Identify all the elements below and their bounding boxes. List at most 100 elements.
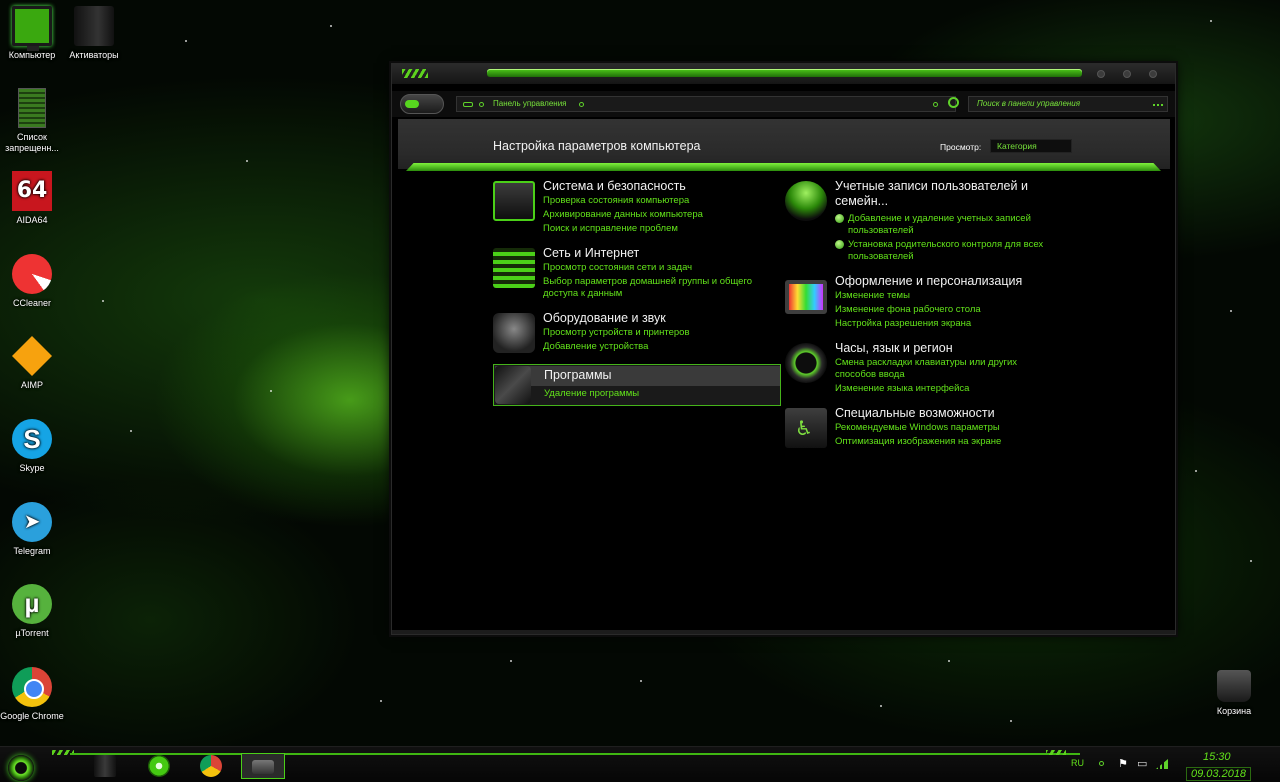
appearance-icon[interactable] [785, 280, 827, 314]
utorrent-icon: µ [12, 584, 52, 624]
shield-monitor-icon[interactable] [493, 181, 535, 221]
chrome-icon [12, 667, 52, 707]
start-button[interactable] [8, 755, 34, 781]
link-parental-controls[interactable]: Установка родительского контроля для все… [835, 239, 1065, 263]
page-title: Настройка параметров компьютера [493, 139, 701, 153]
minimize-button[interactable] [1097, 70, 1105, 78]
taskbar-app-media-player[interactable] [138, 753, 182, 779]
network-icon[interactable] [493, 248, 535, 288]
desktop-icon-blocked-list[interactable]: Список запрещенн... [0, 88, 64, 154]
view-label: Просмотр: [940, 142, 982, 152]
media-player-icon [148, 755, 170, 777]
link-uninstall-program[interactable]: Удаление программы [544, 388, 784, 400]
desktop-icon-aida64[interactable]: 64 AIDA64 [0, 171, 64, 226]
view-mode-select[interactable]: Категория [990, 139, 1072, 153]
link-network-status[interactable]: Просмотр состояния сети и задач [543, 262, 783, 274]
desktop-icon-activators[interactable]: Активаторы [62, 6, 126, 61]
desktop-icon-recycle-bin[interactable]: Корзина [1202, 670, 1266, 717]
window-bottom-border [392, 630, 1175, 634]
category-programs[interactable]: Программы Удаление программы [493, 364, 781, 406]
link-screen-resolution[interactable]: Настройка разрешения экрана [835, 318, 1075, 330]
desktop-icon-aimp[interactable]: AIMP [0, 336, 64, 391]
link-display-language[interactable]: Изменение языка интерфейса [835, 383, 1035, 395]
taskbar-app-chrome[interactable] [190, 753, 234, 779]
category-title[interactable]: Сеть и Интернет [543, 246, 639, 261]
desktop-icon-skype[interactable]: S Skype [0, 419, 64, 474]
user-accounts-icon[interactable] [785, 181, 827, 221]
monitor-icon [12, 6, 52, 51]
category-title[interactable]: Часы, язык и регион [835, 341, 953, 356]
category-title[interactable]: Специальные возможности [835, 406, 995, 421]
clock-time[interactable]: 15:30 [1203, 751, 1231, 763]
ccleaner-icon [12, 254, 52, 294]
link-check-status[interactable]: Проверка состояния компьютера [543, 195, 783, 207]
desktop-icon-ccleaner[interactable]: CCleaner [0, 254, 64, 309]
link-change-keyboard[interactable]: Смена раскладки клавиатуры или других сп… [835, 357, 1035, 381]
link-homegroup[interactable]: Выбор параметров домашней группы и общег… [543, 276, 783, 300]
desktop-icon-computer[interactable]: Компьютер [0, 6, 64, 61]
link-recommended-settings[interactable]: Рекомендуемые Windows параметры [835, 422, 1075, 434]
printer-icon[interactable] [493, 313, 535, 353]
address-toolbar: Панель управления Поиск в панели управле… [392, 91, 1175, 117]
category-clock-language-region: Часы, язык и регион Смена раскладки клав… [785, 341, 1075, 401]
link-add-device[interactable]: Добавление устройства [543, 341, 783, 353]
page-header: Настройка параметров компьютера Просмотр… [398, 119, 1170, 169]
control-panel-icon [463, 102, 473, 107]
tray-expand-icon[interactable] [1099, 761, 1104, 766]
maximize-button[interactable] [1123, 70, 1131, 78]
categories-panel: Система и безопасность Проверка состояни… [392, 174, 1175, 629]
selection-highlight [495, 366, 780, 386]
clock-icon[interactable] [785, 343, 827, 383]
telegram-icon: ➤ [12, 502, 52, 542]
header-accent-band [406, 163, 1161, 171]
recycle-bin-icon [1217, 670, 1251, 702]
aida64-icon: 64 [12, 171, 52, 211]
link-optimize-display[interactable]: Оптимизация изображения на экране [835, 436, 1075, 448]
skype-icon: S [12, 419, 52, 459]
accessibility-icon[interactable] [785, 408, 827, 448]
taskbar-app-file-manager[interactable] [84, 753, 128, 779]
taskbar: RU ⚑ ▭ [0, 746, 1280, 782]
category-appearance: Оформление и персонализация Изменение те… [785, 274, 1075, 334]
search-input[interactable]: Поиск в панели управления [968, 96, 1168, 112]
address-bar[interactable]: Панель управления [456, 96, 956, 112]
link-devices-printers[interactable]: Просмотр устройств и принтеров [543, 327, 783, 339]
category-title[interactable]: Учетные записи пользователей и семейн... [835, 179, 1045, 209]
category-title[interactable]: Оборудование и звук [543, 311, 666, 326]
link-troubleshoot[interactable]: Поиск и исправление проблем [543, 223, 783, 235]
language-indicator[interactable]: RU [1071, 758, 1084, 768]
taskbar-app-control-panel[interactable] [241, 753, 285, 779]
category-accessibility: Специальные возможности Рекомендуемые Wi… [785, 406, 1075, 456]
clock-date[interactable]: 09.03.2018 [1186, 767, 1252, 781]
dropdown-icon[interactable] [933, 102, 938, 107]
action-center-flag-icon[interactable]: ⚑ [1118, 757, 1128, 770]
breadcrumb[interactable]: Панель управления [493, 99, 567, 108]
box-icon [74, 6, 114, 46]
category-title[interactable]: Оформление и персонализация [835, 274, 1022, 289]
network-status-icon[interactable]: ▭ [1137, 757, 1147, 770]
category-title[interactable]: Программы [544, 368, 612, 383]
desktop-icon-telegram[interactable]: ➤ Telegram [0, 502, 64, 557]
close-button[interactable] [1149, 70, 1157, 78]
search-icon[interactable] [1153, 103, 1163, 106]
link-change-theme[interactable]: Изменение темы [835, 290, 1075, 302]
chevron-icon[interactable] [579, 102, 584, 107]
programs-icon[interactable] [495, 366, 531, 404]
control-panel-window: Панель управления Поиск в панели управле… [391, 63, 1176, 635]
breadcrumb-separator-icon [479, 102, 484, 107]
desktop-icon-chrome[interactable]: Google Chrome [0, 667, 64, 722]
aimp-icon [12, 336, 52, 376]
link-backup[interactable]: Архивирование данных компьютера [543, 209, 783, 221]
category-user-accounts: Учетные записи пользователей и семейн...… [785, 179, 1075, 269]
link-change-wallpaper[interactable]: Изменение фона рабочего стола [835, 304, 1075, 316]
back-forward-button[interactable] [400, 94, 444, 114]
refresh-icon[interactable] [948, 97, 959, 108]
title-bar[interactable] [392, 64, 1175, 84]
desktop-icon-utorrent[interactable]: µ µTorrent [0, 584, 64, 639]
link-add-remove-accounts[interactable]: Добавление и удаление учетных записей по… [835, 213, 1065, 237]
category-title[interactable]: Система и безопасность [543, 179, 686, 194]
window-title-accent [487, 69, 1082, 77]
signal-icon[interactable] [1156, 759, 1168, 769]
chrome-icon [200, 755, 222, 777]
control-panel-icon [252, 760, 274, 774]
